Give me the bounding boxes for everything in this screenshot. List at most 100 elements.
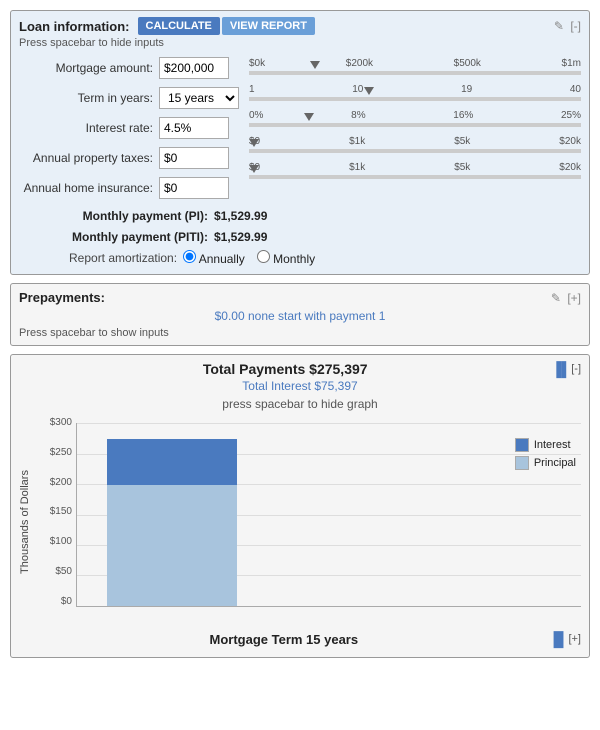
interest-slider-labels: 0% 8% 16% 25%: [249, 110, 581, 121]
taxes-slider-labels: $0 $1k $5k $20k: [249, 136, 581, 147]
monthly-piti-row: Monthly payment (PITI): $1,529.99: [19, 226, 581, 244]
interest-slider-row: 0% 8% 16% 25%: [249, 107, 581, 133]
slider-area: $0k $200k $500k $1m 1: [239, 55, 581, 205]
legend-principal-label: Principal: [534, 457, 576, 469]
y-label-50: $50: [41, 566, 72, 577]
term-slider-container: 1 10 19 40: [249, 84, 581, 104]
legend-interest-color: [515, 438, 529, 452]
taxes-marker: [249, 139, 259, 147]
monthly-piti-value: $1,529.99: [214, 230, 267, 244]
prepay-icons: ✎ [+]: [551, 291, 581, 305]
prepay-pencil-icon: ✎: [551, 291, 561, 305]
insurance-slider-labels: $0 $1k $5k $20k: [249, 162, 581, 173]
insurance-row: Annual home insurance:: [19, 175, 239, 201]
insurance-input[interactable]: [159, 177, 229, 199]
chart-legend: Interest Principal: [515, 438, 576, 474]
y-label-300: $300: [41, 417, 72, 428]
amort-annually-radio[interactable]: [183, 250, 196, 263]
term-input-wrapper: 15 years 10 years 20 years 25 years 30 y…: [159, 87, 239, 109]
taxes-slider-container: $0 $1k $5k $20k: [249, 136, 581, 156]
interest-slider-track[interactable]: [249, 123, 581, 127]
mortgage-label: Mortgage amount:: [19, 61, 159, 75]
prepay-info: $0.00 none start with payment 1: [19, 307, 581, 325]
totals-header: Total Payments $275,397 ▐▌ [-]: [19, 361, 581, 377]
prepay-header: Prepayments: ✎ [+]: [19, 290, 581, 305]
totals-bracket[interactable]: [-]: [571, 363, 581, 375]
form-fields: Mortgage amount: Term in years: 15 years…: [19, 55, 239, 205]
mortgage-slider-labels: $0k $200k $500k $1m: [249, 58, 581, 69]
y-label-200: $200: [41, 477, 72, 488]
monthly-pi-row: Monthly payment (PI): $1,529.99: [19, 205, 581, 223]
term-slider-track[interactable]: [249, 97, 581, 101]
main-container: Loan information: CALCULATE VIEW REPORT …: [0, 0, 600, 674]
calculate-button[interactable]: CALCULATE: [138, 17, 220, 35]
prepay-section: Prepayments: ✎ [+] $0.00 none start with…: [10, 283, 590, 346]
prepay-spacebar-hint: Press spacebar to show inputs: [19, 327, 581, 339]
loan-header: Loan information: CALCULATE VIEW REPORT …: [19, 17, 581, 35]
y-label-100: $100: [41, 536, 72, 547]
y-label-250: $250: [41, 447, 72, 458]
pencil-icon: ✎: [554, 19, 564, 33]
insurance-slider-row: $0 $1k $5k $20k: [249, 159, 581, 185]
monthly-piti-label: Monthly payment (PITI):: [19, 230, 214, 244]
bar-principal: [107, 485, 237, 606]
loan-title: Loan information:: [19, 19, 130, 34]
graph-footer-title: Mortgage Term 15 years: [19, 632, 549, 647]
taxes-slider-track[interactable]: [249, 149, 581, 153]
y-axis-label: Thousands of Dollars: [19, 417, 37, 627]
term-marker: [364, 87, 374, 95]
amort-monthly-radio[interactable]: [257, 250, 270, 263]
term-slider-row: 1 10 19 40: [249, 81, 581, 107]
mortgage-marker: [310, 61, 320, 69]
insurance-slider-track[interactable]: [249, 175, 581, 179]
amort-annually-text: Annually: [199, 252, 245, 266]
interest-label: Interest rate:: [19, 121, 159, 135]
interest-slider-container: 0% 8% 16% 25%: [249, 110, 581, 130]
insurance-slider-container: $0 $1k $5k $20k: [249, 162, 581, 182]
loan-section: Loan information: CALCULATE VIEW REPORT …: [10, 10, 590, 275]
chart-inner: Interest Principal: [76, 423, 581, 607]
chart-wrapper: Thousands of Dollars $300 $250 $200 $150…: [19, 417, 581, 627]
insurance-label: Annual home insurance:: [19, 181, 159, 195]
term-select[interactable]: 15 years 10 years 20 years 25 years 30 y…: [159, 87, 239, 109]
legend-interest-item: Interest: [515, 438, 576, 452]
term-label: Term in years:: [19, 91, 159, 105]
term-row: Term in years: 15 years 10 years 20 year…: [19, 85, 239, 111]
view-report-button[interactable]: VIEW REPORT: [222, 17, 315, 35]
bar-group: [107, 423, 237, 606]
taxes-input[interactable]: [159, 147, 229, 169]
interest-marker: [304, 113, 314, 121]
graph-section: press spacebar to hide graph Thousands o…: [19, 393, 581, 651]
chart-container: $300 $250 $200 $150 $100 $50 $0: [41, 417, 581, 627]
amort-label: Report amortization:: [69, 251, 177, 265]
collapse-bracket[interactable]: [-]: [570, 19, 581, 33]
mortgage-slider-row: $0k $200k $500k $1m: [249, 55, 581, 81]
graph-footer-chart-icon: ▐▌: [549, 631, 569, 647]
interest-row: Interest rate:: [19, 115, 239, 141]
amortization-row: Report amortization: Annually Monthly: [69, 247, 581, 266]
insurance-marker: [249, 165, 259, 173]
amort-monthly-label[interactable]: Monthly: [257, 250, 315, 266]
totals-title: Total Payments $275,397: [19, 361, 551, 377]
amort-monthly-text: Monthly: [273, 252, 315, 266]
term-slider-labels: 1 10 19 40: [249, 84, 581, 95]
mortgage-row: Mortgage amount:: [19, 55, 239, 81]
legend-principal-color: [515, 456, 529, 470]
taxes-label: Annual property taxes:: [19, 151, 159, 165]
y-label-150: $150: [41, 506, 72, 517]
taxes-slider-row: $0 $1k $5k $20k: [249, 133, 581, 159]
prepay-title: Prepayments:: [19, 290, 105, 305]
totals-chart-icon: ▐▌: [551, 361, 571, 377]
prepay-bracket[interactable]: [+]: [567, 291, 581, 305]
bar-interest: [107, 439, 237, 485]
graph-title: press spacebar to hide graph: [19, 397, 581, 411]
interest-input[interactable]: [159, 117, 229, 139]
input-area: Mortgage amount: Term in years: 15 years…: [19, 55, 581, 205]
graph-footer-bracket[interactable]: [+]: [568, 633, 581, 645]
y-label-0: $0: [41, 596, 72, 607]
y-labels: $300 $250 $200 $150 $100 $50 $0: [41, 417, 76, 607]
mortgage-input[interactable]: [159, 57, 229, 79]
amort-annually-label[interactable]: Annually: [183, 250, 245, 266]
mortgage-slider-track[interactable]: [249, 71, 581, 75]
monthly-pi-label: Monthly payment (PI):: [19, 209, 214, 223]
